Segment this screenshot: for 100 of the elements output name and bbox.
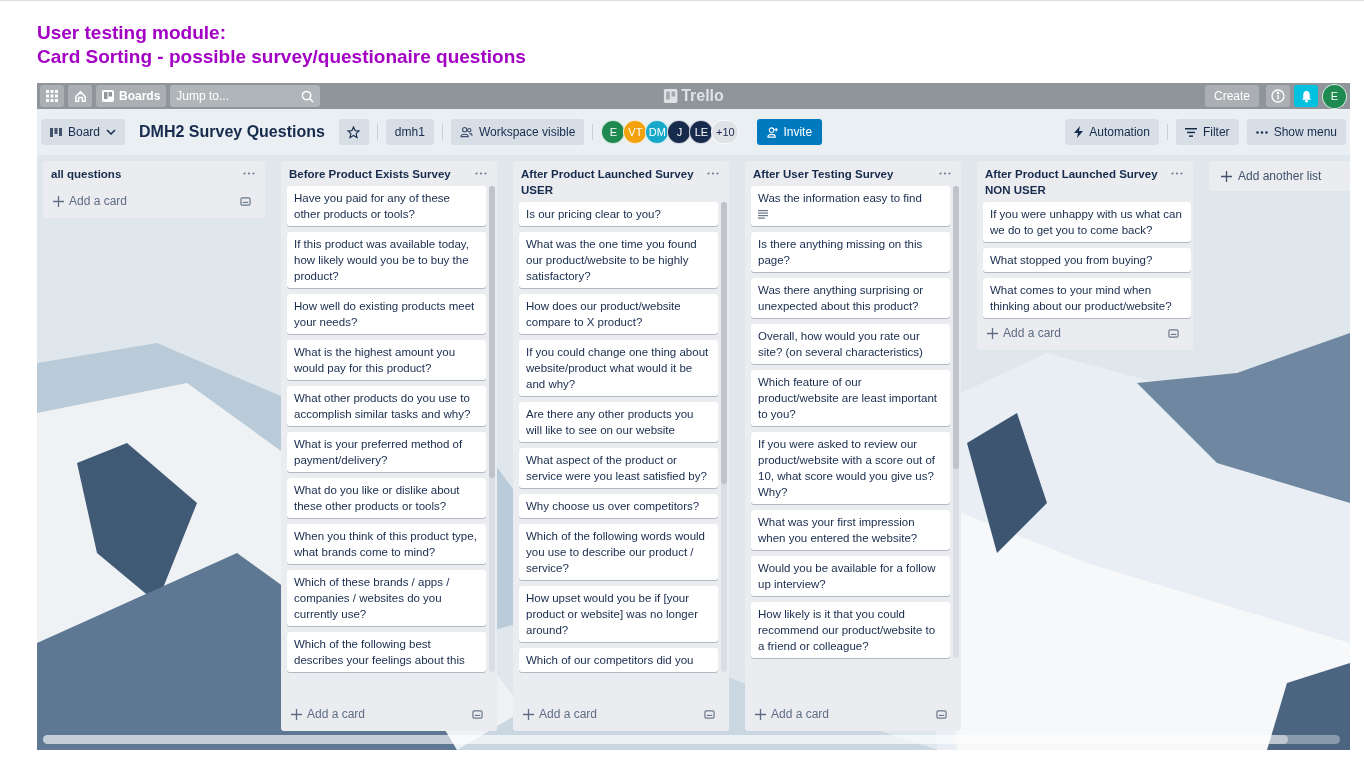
plus-icon [291,708,302,720]
more-members-count[interactable]: +10 [711,120,740,144]
invite-button[interactable]: Invite [757,119,823,145]
template-icon[interactable] [240,195,251,207]
more-icon[interactable] [707,172,719,175]
card[interactable]: Would you be available for a follow up interview? [751,556,950,596]
card[interactable]: Was the information easy to find [751,186,950,226]
list-title[interactable]: After User Testing Survey [753,166,933,182]
card-text: What was your first impression when you entered the website? [758,515,919,546]
card[interactable]: What stopped you from buying? [983,248,1191,272]
card-text: What is the highest amount you would pay for this product? [294,345,457,376]
card[interactable]: Was there anything surprising or unexpected about this product? [751,278,950,318]
list-title[interactable]: After Product Launched Survey NON USER [985,166,1165,198]
member-avatar[interactable]: LE [689,120,714,144]
apps-grid-icon[interactable] [40,85,64,107]
card[interactable]: How likely is it that you could recommend our product/website to a friend or colleague? [751,602,950,658]
template-icon[interactable] [1168,327,1179,339]
scrollbar[interactable] [489,186,495,672]
card[interactable]: What other products do you use to accomplish similar tasks and why? [287,386,486,426]
card[interactable]: How does our product/website compare to X product? [519,294,718,334]
card[interactable]: If you could change one thing about website/product what would it be and why? [519,340,718,396]
card[interactable]: What do you like or dislike about these other products or tools? [287,478,486,518]
add-card-button[interactable]: Add a card [753,703,832,725]
card[interactable]: Have you paid for any of these other products or tools? [287,186,486,226]
card[interactable]: What is the highest amount you would pay for this product? [287,340,486,380]
visibility-button[interactable]: Workspace visible [450,119,585,145]
card[interactable]: What aspect of the product or service were you least satisfied by? [519,448,718,488]
member-avatar[interactable]: J [667,120,692,144]
card-text: Was there anything surprising or unexpected about this product? [758,283,925,314]
show-menu-button[interactable]: Show menu [1246,119,1346,145]
template-icon[interactable] [936,708,947,720]
add-card-button[interactable]: Add a card [985,322,1064,344]
card-text: What is your preferred method of payment/delivery? [294,437,464,468]
member-avatar[interactable]: E [601,120,626,144]
workspace-button[interactable]: dmh1 [385,119,434,145]
automation-button[interactable]: Automation [1065,119,1159,145]
add-list-button[interactable]: Add another list [1209,161,1350,191]
card[interactable]: Why choose us over competitors? [519,494,718,518]
add-card-button[interactable]: Add a card [51,190,130,212]
more-icon[interactable] [939,172,951,175]
search-icon[interactable] [301,89,315,103]
list-title[interactable]: Before Product Exists Survey [289,166,469,182]
card[interactable]: Which of the following words would you use to describe our product / service? [519,524,718,580]
more-icon[interactable] [243,172,255,175]
card[interactable]: Which feature of our product/website are least important to you? [751,370,950,426]
card[interactable]: If you were unhappy with us what can we do to get you to come back? [983,202,1191,242]
card[interactable]: What was the one time you found our product/website to be highly satisfactory? [519,232,718,288]
board-title[interactable]: DMH2 Survey Questions [133,123,331,141]
lightning-icon [1074,126,1084,138]
card[interactable]: When you think of this product type, what brands come to mind? [287,524,486,564]
scrollbar[interactable] [721,202,727,672]
template-icon[interactable] [472,708,483,720]
board-view-dropdown[interactable]: Board [41,119,126,145]
filter-button[interactable]: Filter [1175,119,1239,145]
card[interactable]: If you were asked to review our product/website with a score out of 10, what score would you give us? Why? [751,432,950,504]
more-icon [1255,130,1268,134]
more-icon[interactable] [475,172,487,175]
card-text: Overall, how would you rate our site? (on several characteristics) [758,329,924,360]
card[interactable]: What is your preferred method of payment/delivery? [287,432,486,472]
plus-icon [53,195,64,207]
card[interactable]: Which of these brands / apps / companies / websites do you currently use? [287,570,486,626]
card[interactable]: If this product was available today, how likely would you be to buy the product? [287,232,486,288]
template-icon[interactable] [704,708,715,720]
notifications-bell-icon[interactable] [1294,85,1318,107]
info-icon[interactable] [1266,85,1290,107]
card-text: How well do existing products meet your needs? [294,299,476,330]
card-text: What comes to your mind when thinking about our product/website? [990,283,1173,314]
card[interactable]: What comes to your mind when thinking about our product/website? [983,278,1191,318]
card[interactable]: Overall, how would you rate our site? (on several characteristics) [751,324,950,364]
add-card-button[interactable]: Add a card [289,703,368,725]
card[interactable]: How upset would you be if [your product or website] was no longer around? [519,586,718,642]
card-text: What do you like or dislike about these other products or tools? [294,483,461,514]
list-title[interactable]: After Product Launched Survey USER [521,166,701,198]
card[interactable]: Is our pricing clear to you? [519,202,718,226]
add-person-icon [767,126,779,138]
scrollbar[interactable] [953,186,959,658]
slide-heading: Card Sorting - possible survey/questionaire questions [37,45,526,69]
list-title[interactable]: all questions [51,166,237,182]
home-icon[interactable] [68,85,92,107]
more-icon[interactable] [1171,172,1183,175]
user-avatar[interactable]: E [1322,83,1347,109]
horizontal-scrollbar[interactable] [43,735,1340,744]
board-icon [102,90,114,102]
plus-icon [755,708,766,720]
card-text: If you were asked to review our product/website with a score out of 10, what score would you give us? Why? [758,437,937,500]
add-card-button[interactable]: Add a card [521,703,600,725]
card-text: Which feature of our product/website are least important to you? [758,375,938,422]
bar-chart-icon [50,127,62,137]
card[interactable]: Is there anything missing on this page? [751,232,950,272]
card-text: Which of the following words would you use to describe our product / service? [526,529,706,576]
card-text: Why choose us over competitors? [526,499,701,514]
card-text: How likely is it that you could recommend our product/website to a friend or colleague? [758,607,937,654]
card[interactable]: What was your first impression when you entered the website? [751,510,950,550]
card[interactable]: Which of the following best describes your feelings about this [287,632,486,672]
card-text: Have you paid for any of these other products or tools? [294,191,451,222]
card-text: Was the information easy to find [758,191,923,206]
card-text: How upset would you be if [your product or website] was no longer around? [526,591,699,638]
card[interactable]: Which of our competitors did you [519,648,718,672]
card[interactable]: How well do existing products meet your needs? [287,294,486,334]
card[interactable]: Are there any other products you will like to see on our website [519,402,718,442]
